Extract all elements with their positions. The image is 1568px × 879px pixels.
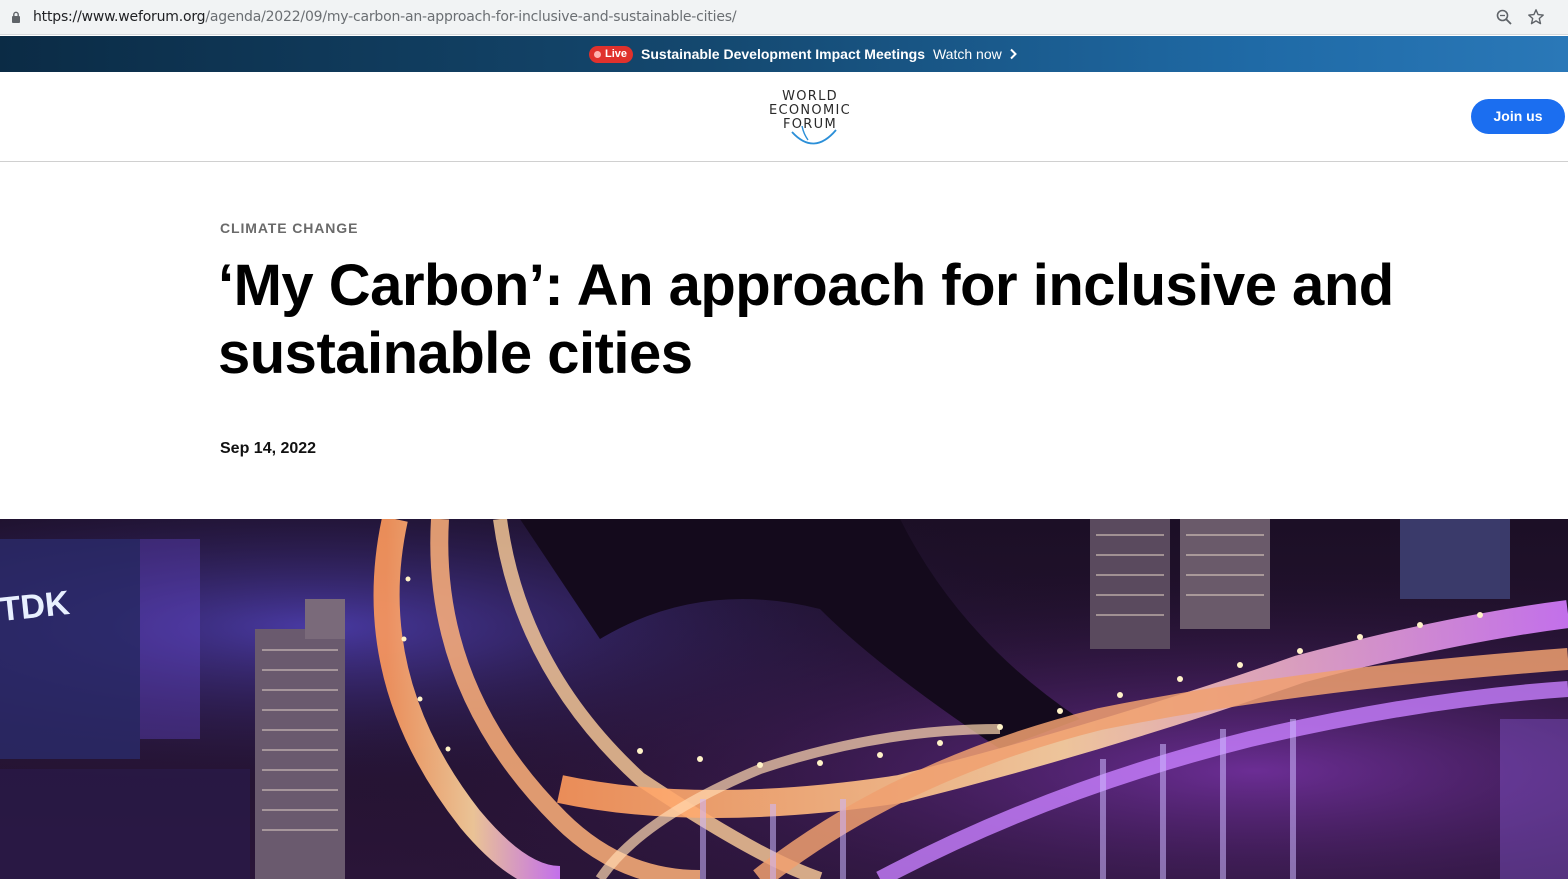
city-highway-night-photo: TDK	[0, 519, 1568, 879]
browser-address-bar: https://www.weforum.org/agenda/2022/09/m…	[0, 0, 1568, 35]
chevron-right-icon	[1010, 48, 1017, 60]
wef-logo[interactable]: WORLD ECONOMIC FORUM	[762, 90, 858, 148]
url-field[interactable]: https://www.weforum.org/agenda/2022/09/m…	[33, 8, 737, 26]
live-dot-icon	[594, 50, 601, 58]
article-title: ‘My Carbon’: An approach for inclusive a…	[218, 253, 1394, 386]
url-path: /agenda/2022/09/my-carbon-an-approach-fo…	[205, 9, 737, 25]
live-banner-content[interactable]: Live Sustainable Development Impact Meet…	[589, 44, 1018, 64]
hero-image: TDK	[0, 519, 1568, 879]
url-host: https://www.weforum.org	[33, 9, 206, 25]
banner-title: Sustainable Development Impact Meetings	[641, 46, 925, 62]
tdk-sign: TDK	[0, 584, 72, 629]
article-date: Sep 14, 2022	[220, 440, 317, 457]
logo-arc-icon	[791, 126, 837, 145]
logo-line-2: ECONOMIC	[768, 103, 851, 118]
lock-icon	[12, 11, 20, 23]
join-us-button[interactable]: Join us	[1471, 99, 1565, 134]
live-banner[interactable]: Live Sustainable Development Impact Meet…	[0, 36, 1568, 72]
zoom-icon[interactable]	[1495, 8, 1513, 26]
logo-line-1: WORLD	[782, 89, 838, 104]
site-header: WORLD ECONOMIC FORUM	[0, 72, 1568, 162]
star-icon[interactable]	[1527, 8, 1545, 26]
article-category[interactable]: CLIMATE CHANGE	[220, 220, 358, 236]
live-badge: Live	[589, 45, 634, 63]
live-label: Live	[605, 48, 628, 60]
watch-now-link[interactable]: Watch now	[933, 46, 1002, 62]
